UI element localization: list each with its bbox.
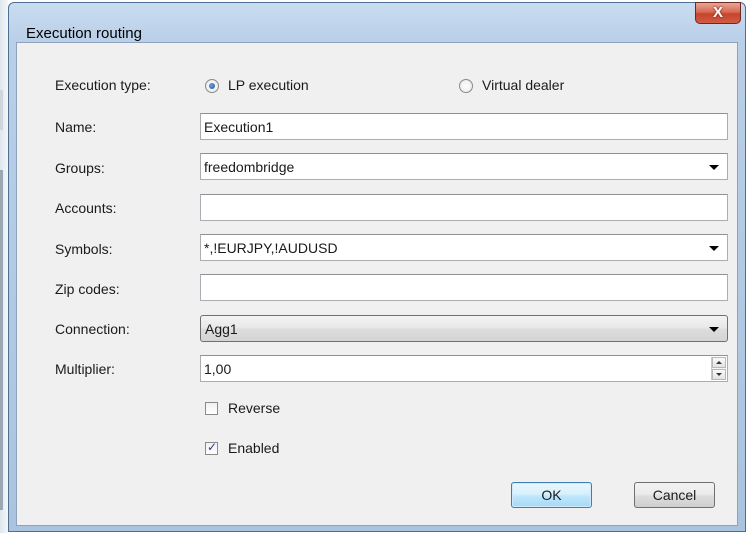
connection-combobox[interactable]: Agg1 (200, 315, 728, 342)
groups-dropdown[interactable]: freedombridge (200, 153, 728, 180)
reverse-checkbox[interactable] (205, 402, 218, 415)
chevron-down-icon[interactable] (709, 327, 719, 332)
close-icon: X (712, 4, 723, 21)
cancel-button[interactable]: Cancel (634, 482, 715, 508)
virtual-dealer-label[interactable]: Virtual dealer (482, 77, 564, 93)
background-edge-segment (0, 90, 3, 130)
background-window-edge (0, 0, 8, 533)
multiplier-stepper[interactable]: 1,00 (200, 355, 728, 382)
spin-down-icon[interactable] (712, 369, 726, 380)
background-edge-bar (0, 170, 3, 510)
enabled-checkbox[interactable]: ✓ (205, 440, 218, 455)
name-value: Execution1 (204, 119, 274, 135)
reverse-label[interactable]: Reverse (228, 400, 280, 416)
execution-routing-dialog: Execution routing X Execution type: LP e… (8, 2, 746, 532)
virtual-dealer-radio[interactable] (459, 79, 473, 93)
zip-codes-field[interactable] (200, 274, 728, 301)
execution-type-label: Execution type: (55, 77, 151, 93)
close-button[interactable]: X (695, 2, 741, 24)
groups-label: Groups: (55, 160, 105, 176)
dialog-title: Execution routing (26, 25, 142, 42)
lp-execution-label[interactable]: LP execution (228, 77, 309, 93)
accounts-label: Accounts: (55, 200, 117, 216)
chevron-down-icon[interactable] (709, 246, 719, 251)
connection-value: Agg1 (205, 321, 238, 337)
symbols-dropdown[interactable]: *,!EURJPY,!AUDUSD (200, 234, 728, 261)
multiplier-label: Multiplier: (55, 361, 115, 377)
checkmark-icon: ✓ (207, 440, 218, 454)
dialog-client-area: Execution type: LP execution Virtual dea… (16, 42, 738, 526)
symbols-value: *,!EURJPY,!AUDUSD (204, 240, 338, 256)
accounts-field[interactable] (200, 194, 728, 221)
chevron-down-icon[interactable] (709, 165, 719, 170)
groups-value: freedombridge (204, 159, 295, 175)
connection-label: Connection: (55, 321, 130, 337)
lp-execution-radio[interactable] (205, 79, 219, 93)
multiplier-spin-buttons (711, 357, 726, 380)
enabled-label[interactable]: Enabled (228, 440, 279, 456)
zip-codes-label: Zip codes: (55, 281, 120, 297)
multiplier-value: 1,00 (204, 361, 232, 377)
symbols-label: Symbols: (55, 241, 113, 257)
name-field[interactable]: Execution1 (200, 113, 728, 140)
name-label: Name: (55, 119, 97, 135)
spin-up-icon[interactable] (712, 357, 726, 368)
ok-button[interactable]: OK (511, 482, 592, 508)
